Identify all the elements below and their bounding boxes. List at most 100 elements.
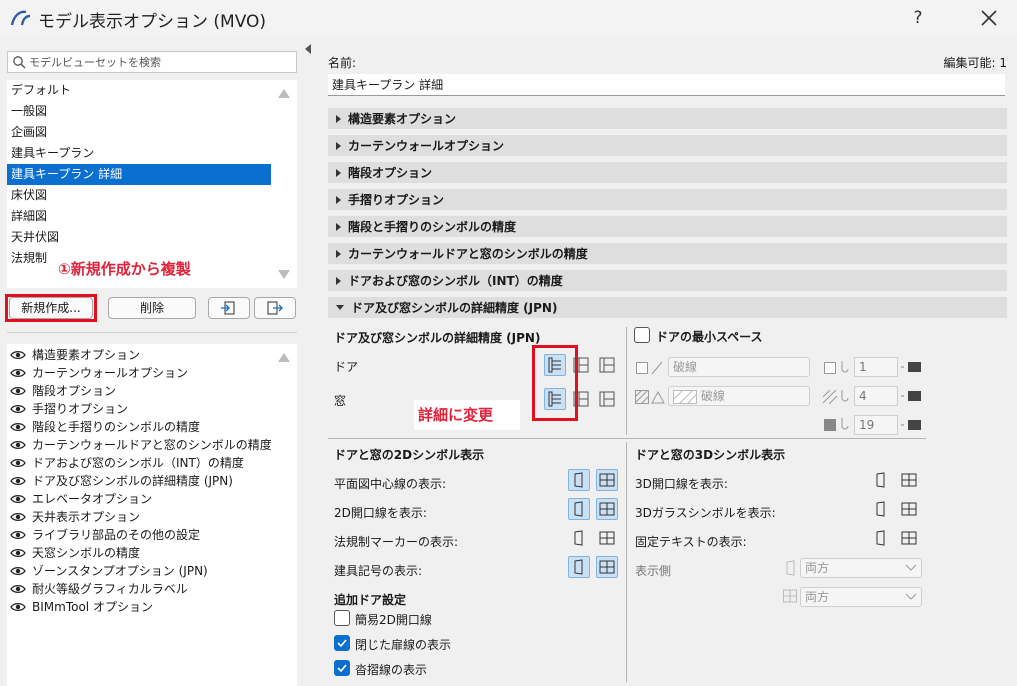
option-list-item[interactable]: ドアおよび窓のシンボル（INT）の精度	[7, 454, 271, 472]
option-list-item[interactable]: カーテンウォールオプション	[7, 364, 271, 382]
view-set-item[interactable]: 床伏図	[7, 185, 271, 206]
view-set-item-selected[interactable]: 建具キープラン 詳細	[7, 164, 271, 185]
plan-center-window-button[interactable]	[596, 469, 618, 491]
view-set-item[interactable]: 天井伏図	[7, 227, 271, 248]
fill-type-combo[interactable]: 破線	[668, 386, 810, 406]
3d-glass-door-button[interactable]	[870, 498, 892, 520]
section-stair[interactable]: 階段オプション	[328, 162, 1007, 183]
eye-icon[interactable]	[10, 458, 26, 468]
display-side-window-combo[interactable]: 両方	[800, 587, 922, 607]
option-list-item[interactable]: 天窓シンボルの精度	[7, 544, 271, 562]
option-list-item[interactable]: エレベータオプション	[7, 490, 271, 508]
collapse-left-icon[interactable]	[305, 44, 311, 54]
eye-icon[interactable]	[10, 494, 26, 504]
option-list-item[interactable]: 階段オプション	[7, 382, 271, 400]
option-list-item[interactable]: 階段と手摺りのシンボルの精度	[7, 418, 271, 436]
eye-icon[interactable]	[10, 422, 26, 432]
option-list-scrollbar[interactable]	[271, 344, 297, 686]
eye-icon[interactable]	[10, 386, 26, 396]
door-medium-symbol-button[interactable]	[570, 354, 592, 376]
pen-color-icon[interactable]	[900, 419, 922, 431]
fixed-text-window-button[interactable]	[898, 527, 920, 549]
closed-leaf-checkbox[interactable]	[334, 635, 350, 651]
delete-button[interactable]: 削除	[108, 297, 196, 319]
help-button[interactable]: ?	[906, 5, 930, 31]
section-structure[interactable]: 構造要素オプション	[328, 108, 1007, 129]
name-input[interactable]	[328, 74, 1005, 96]
eye-icon[interactable]	[10, 602, 26, 612]
pen-field-1[interactable]: 1	[854, 357, 898, 377]
section-door-window-jpn[interactable]: ドア及び窓シンボルの詳細精度 (JPN)	[328, 297, 1007, 318]
new-button[interactable]: 新規作成...	[9, 297, 93, 319]
option-list-item[interactable]: BIMmTool オプション	[7, 598, 271, 616]
view-set-item[interactable]: 建具キープラン	[7, 143, 271, 164]
pen-field-2[interactable]: 4	[854, 386, 898, 406]
sym3d-title: ドアと窓の3Dシンボル表示	[635, 448, 786, 462]
section-curtain-wall[interactable]: カーテンウォールオプション	[328, 135, 1007, 156]
open-line-window-button[interactable]	[596, 498, 618, 520]
eye-icon[interactable]	[10, 566, 26, 576]
window-simple-symbol-button[interactable]	[596, 388, 618, 410]
option-list-item[interactable]: ゾーンスタンプオプション (JPN)	[7, 562, 271, 580]
eye-icon[interactable]	[10, 512, 26, 522]
section-door-window-int[interactable]: ドアおよび窓のシンボル（INT）の精度	[328, 270, 1007, 291]
open-line-door-button[interactable]	[568, 498, 590, 520]
view-list-scrollbar[interactable]	[271, 80, 297, 288]
door-detail-symbol-button[interactable]	[544, 354, 566, 376]
option-list-item[interactable]: 構造要素オプション	[7, 346, 271, 364]
min-space-checkbox[interactable]	[634, 327, 650, 343]
view-set-item[interactable]: 企画図	[7, 122, 271, 143]
window-detail-symbol-button[interactable]	[544, 388, 566, 410]
pen-color-icon[interactable]	[900, 361, 922, 373]
scroll-up-icon[interactable]	[278, 353, 290, 362]
section-cw-door-window[interactable]: カーテンウォールドアと窓のシンボルの精度	[328, 243, 1007, 264]
eye-icon[interactable]	[10, 476, 26, 486]
3d-open-window-button[interactable]	[898, 469, 920, 491]
section-stair-railing-symbol[interactable]: 階段と手摺りのシンボルの精度	[328, 216, 1007, 237]
code-marker-door-button[interactable]	[568, 527, 590, 549]
3d-open-door-button[interactable]	[870, 469, 892, 491]
export-button[interactable]	[254, 297, 296, 319]
code-marker-window-button[interactable]	[596, 527, 618, 549]
pane-splitter[interactable]	[304, 36, 312, 686]
threshold-checkbox[interactable]	[334, 660, 350, 676]
plan-center-door-button[interactable]	[568, 469, 590, 491]
option-list-item[interactable]: ライブラリ部品のその他の設定	[7, 526, 271, 544]
option-list-item[interactable]: 天井表示オプション	[7, 508, 271, 526]
eye-icon[interactable]	[10, 368, 26, 378]
fitting-code-window-button[interactable]	[596, 556, 618, 578]
scroll-up-icon[interactable]	[278, 89, 290, 98]
eye-icon[interactable]	[10, 530, 26, 540]
view-set-item[interactable]: デフォルト	[7, 80, 271, 101]
eye-icon[interactable]	[10, 404, 26, 414]
option-list-item[interactable]: 手摺りオプション	[7, 400, 271, 418]
search-input[interactable]	[29, 55, 289, 69]
pen-color-icon[interactable]	[900, 390, 922, 402]
fitting-code-door-button[interactable]	[568, 556, 590, 578]
view-set-item[interactable]: 一般図	[7, 101, 271, 122]
section-railing[interactable]: 手摺りオプション	[328, 189, 1007, 210]
scroll-down-icon[interactable]	[278, 270, 290, 279]
eye-icon[interactable]	[10, 548, 26, 558]
view-set-item[interactable]: 詳細図	[7, 206, 271, 227]
close-icon[interactable]	[976, 4, 1002, 32]
option-list-item[interactable]: 耐火等級グラフィカルラベル	[7, 580, 271, 598]
option-label: エレベータオプション	[32, 492, 153, 506]
option-list-item[interactable]: カーテンウォールドアと窓のシンボルの精度	[7, 436, 272, 454]
eye-icon[interactable]	[10, 350, 26, 360]
pen-field-3[interactable]: 19	[854, 415, 898, 435]
simple-2d-open-checkbox[interactable]	[334, 610, 350, 626]
option-list-item[interactable]: ドア及び窓シンボルの詳細精度 (JPN)	[7, 472, 271, 490]
door-leaf-icon	[574, 472, 583, 488]
door-simple-symbol-button[interactable]	[596, 354, 618, 376]
display-side-door-combo[interactable]: 両方	[800, 558, 922, 578]
window-medium-symbol-button[interactable]	[570, 388, 592, 410]
eye-icon[interactable]	[10, 584, 26, 594]
eye-icon[interactable]	[10, 440, 26, 450]
import-button[interactable]	[208, 297, 250, 319]
3d-glass-window-button[interactable]	[898, 498, 920, 520]
import-icon	[221, 301, 235, 315]
search-box[interactable]	[7, 51, 297, 73]
line-type-combo[interactable]: 破線	[668, 357, 810, 377]
fixed-text-door-button[interactable]	[870, 527, 892, 549]
